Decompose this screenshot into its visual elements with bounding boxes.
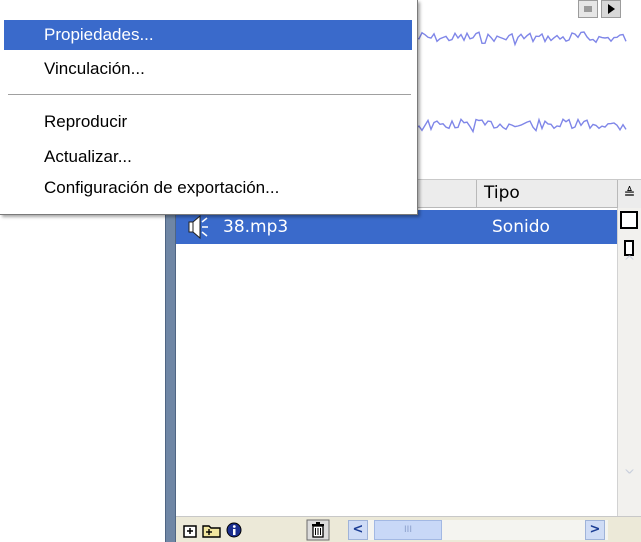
scroll-right-button[interactable]: > bbox=[585, 520, 605, 540]
library-list-body[interactable] bbox=[176, 244, 617, 516]
wide-view-button[interactable] bbox=[620, 211, 638, 229]
waveform-channel-right bbox=[415, 117, 627, 134]
play-icon bbox=[608, 4, 615, 14]
menu-separator bbox=[8, 94, 411, 96]
scroll-down-button[interactable]: ^ bbox=[619, 456, 640, 477]
stop-icon bbox=[584, 6, 592, 12]
item-type: Sonido bbox=[492, 217, 550, 237]
menu-item-export-settings[interactable]: Configuración de exportación... bbox=[4, 173, 412, 203]
waveform-channel-left bbox=[415, 31, 627, 47]
menu-item-properties[interactable]: Propiedades... bbox=[4, 20, 412, 50]
new-symbol-icon[interactable] bbox=[181, 521, 199, 539]
properties-info-icon[interactable] bbox=[225, 521, 243, 539]
play-button[interactable] bbox=[601, 0, 621, 18]
library-bottom-toolbar: < III > bbox=[176, 516, 641, 542]
speaker-icon bbox=[188, 214, 208, 240]
menu-item-play[interactable]: Reproducir bbox=[4, 107, 412, 137]
trash-icon[interactable] bbox=[306, 519, 330, 541]
vertical-scrollbar[interactable]: ^ ^ bbox=[617, 208, 641, 516]
menu-item-update[interactable]: Actualizar... bbox=[4, 142, 412, 172]
column-header-type[interactable]: Tipo bbox=[476, 180, 617, 207]
sort-order-toggle[interactable]: ≜ bbox=[617, 180, 641, 208]
library-row-selected[interactable]: 38.mp3 Sonido bbox=[176, 210, 617, 244]
scroll-up-button[interactable]: ^ bbox=[619, 252, 640, 273]
new-folder-icon[interactable] bbox=[201, 521, 223, 539]
context-menu: Propiedades... Vinculación... Reproducir… bbox=[0, 0, 418, 215]
scroll-left-button[interactable]: < bbox=[348, 520, 368, 540]
horizontal-scroll-track[interactable]: III bbox=[368, 520, 608, 540]
menu-item-linkage[interactable]: Vinculación... bbox=[4, 54, 412, 84]
stop-button[interactable] bbox=[578, 0, 598, 18]
item-name: 38.mp3 bbox=[223, 217, 289, 237]
horizontal-scroll-thumb[interactable]: III bbox=[374, 520, 442, 540]
